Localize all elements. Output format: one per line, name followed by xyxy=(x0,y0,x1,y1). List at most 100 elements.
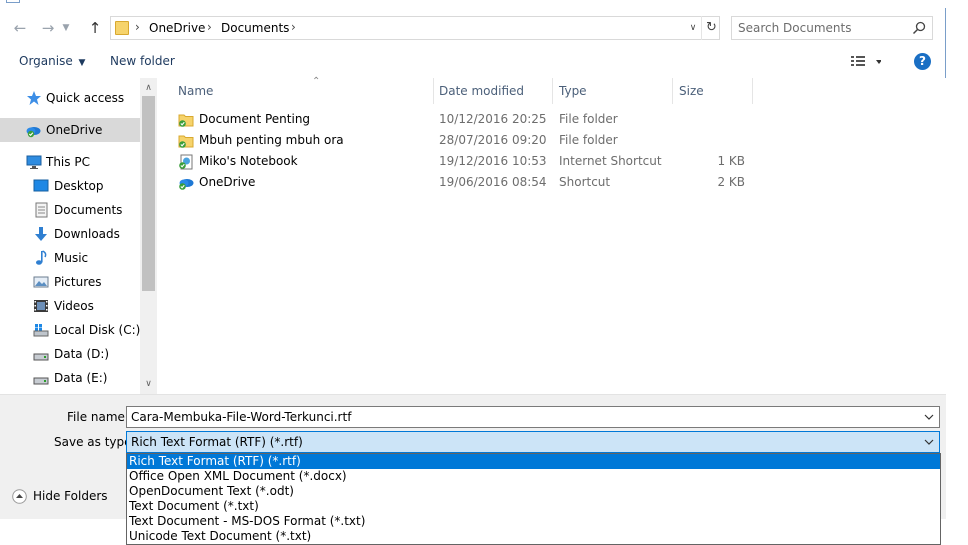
savetype-select[interactable]: Rich Text Format (RTF) (*.rtf) xyxy=(126,431,940,453)
onedrive-shortcut-icon xyxy=(179,179,194,190)
nav-item-videos[interactable]: Videos xyxy=(0,294,140,318)
dropdown-option-odt[interactable]: OpenDocument Text (*.odt) xyxy=(127,484,940,499)
table-row[interactable]: Document Penting 10/12/2016 20:25 File f… xyxy=(174,109,754,130)
hide-folders-button[interactable]: Hide Folders xyxy=(12,488,112,506)
music-icon xyxy=(36,250,47,265)
dropdown-option-docx[interactable]: Office Open XML Document (*.docx) xyxy=(127,469,940,484)
address-bar[interactable]: › OneDrive › Documents › ∨ xyxy=(110,16,720,40)
file-date: 19/06/2016 08:54 xyxy=(439,175,547,189)
nav-label: Quick access xyxy=(46,91,125,105)
up-button[interactable]: ↑ xyxy=(84,17,106,39)
drive-icon xyxy=(33,353,49,361)
scroll-thumb[interactable] xyxy=(142,96,155,291)
chevron-down-icon[interactable] xyxy=(923,435,935,449)
title-bar-edge xyxy=(0,0,946,8)
nav-label: Data (E:) xyxy=(54,371,108,385)
column-label: Type xyxy=(559,84,587,98)
file-size: 1 KB xyxy=(717,154,745,168)
nav-item-documents[interactable]: Documents xyxy=(0,198,140,222)
search-icon[interactable] xyxy=(912,21,926,35)
refresh-icon: ↻ xyxy=(706,20,717,35)
file-name: OneDrive xyxy=(199,175,256,189)
sort-ascending-icon: ⌃ xyxy=(312,76,321,87)
nav-item-local-disk-c[interactable]: Local Disk (C:) xyxy=(0,318,140,342)
chevron-down-icon: ▼ xyxy=(62,23,70,33)
nav-label: Downloads xyxy=(54,227,120,241)
chevron-right-icon: › xyxy=(207,20,212,34)
filename-combobox[interactable] xyxy=(126,406,940,428)
file-type: File folder xyxy=(559,112,618,126)
file-list: Name ⌃ Date modified Type Size Document … xyxy=(158,76,946,394)
nav-item-pictures[interactable]: Pictures xyxy=(0,270,140,294)
view-options-icon[interactable] xyxy=(851,55,881,69)
file-date: 19/12/2016 10:53 xyxy=(439,154,547,168)
forward-button[interactable]: → xyxy=(37,17,59,39)
back-button[interactable]: ← xyxy=(9,17,31,39)
column-header-date[interactable]: Date modified xyxy=(433,78,553,104)
onedrive-icon xyxy=(26,127,41,138)
star-icon xyxy=(27,91,41,105)
refresh-button[interactable]: ↻ xyxy=(701,16,721,40)
nav-item-data-e[interactable]: Data (E:) xyxy=(0,366,140,390)
collapse-up-icon xyxy=(12,489,27,504)
dropdown-option-txt[interactable]: Text Document (*.txt) xyxy=(127,499,940,514)
dropdown-option-rtf[interactable]: Rich Text Format (RTF) (*.rtf) xyxy=(127,454,940,469)
savetype-value: Rich Text Format (RTF) (*.rtf) xyxy=(131,435,303,449)
file-name: Mbuh penting mbuh ora xyxy=(199,133,344,147)
breadcrumb-onedrive[interactable]: OneDrive xyxy=(149,21,205,35)
synced-folder-icon xyxy=(178,114,194,127)
search-box[interactable] xyxy=(731,16,933,40)
nav-label: Documents xyxy=(54,203,123,217)
table-row[interactable]: Mbuh penting mbuh ora 28/07/2016 09:20 F… xyxy=(174,130,754,151)
nav-item-onedrive[interactable]: OneDrive xyxy=(0,118,140,142)
search-input[interactable] xyxy=(738,20,908,36)
chevron-right-icon: › xyxy=(135,20,140,34)
chevron-right-icon[interactable]: › xyxy=(291,20,296,34)
file-size: 2 KB xyxy=(717,175,745,189)
nav-scrollbar[interactable]: ∧ ∨ xyxy=(140,78,157,394)
windows-drive-icon xyxy=(33,324,49,337)
column-header-size[interactable]: Size xyxy=(673,78,753,104)
nav-item-music[interactable]: Music xyxy=(0,246,140,270)
chevron-down-icon: ∨ xyxy=(689,23,697,33)
download-icon xyxy=(35,227,47,241)
desktop-icon xyxy=(33,179,49,192)
internet-shortcut-icon xyxy=(179,154,193,170)
table-row[interactable]: Miko's Notebook 19/12/2016 10:53 Interne… xyxy=(174,151,754,172)
pictures-icon xyxy=(33,276,49,288)
help-icon[interactable]: ? xyxy=(914,53,931,70)
breadcrumb-documents[interactable]: Documents xyxy=(221,21,289,35)
column-header-type[interactable]: Type xyxy=(553,78,673,104)
file-date: 10/12/2016 20:25 xyxy=(439,112,547,126)
organise-button[interactable]: Organise ▼ xyxy=(19,54,85,68)
nav-item-downloads[interactable]: Downloads xyxy=(0,222,140,246)
folder-icon xyxy=(115,21,129,35)
filename-label: File name: xyxy=(67,410,129,424)
nav-item-quick-access[interactable]: Quick access xyxy=(0,86,140,110)
chevron-down-icon[interactable] xyxy=(923,410,935,424)
column-header-name[interactable]: Name ⌃ xyxy=(172,76,434,104)
nav-item-desktop[interactable]: Desktop xyxy=(0,174,140,198)
arrow-right-icon: → xyxy=(41,19,55,37)
command-bar: Organise ▼ New folder ? xyxy=(0,48,946,76)
file-type: Shortcut xyxy=(559,175,611,189)
dropdown-option-unicode-txt[interactable]: Unicode Text Document (*.txt) xyxy=(127,529,940,544)
dropdown-option-msdos-txt[interactable]: Text Document - MS-DOS Format (*.txt) xyxy=(127,514,940,529)
nav-label: Pictures xyxy=(54,275,102,289)
new-folder-button[interactable]: New folder xyxy=(110,54,175,68)
address-dropdown-button[interactable]: ∨ xyxy=(685,17,701,39)
computer-icon xyxy=(26,155,42,169)
scroll-down-icon[interactable]: ∨ xyxy=(140,376,157,392)
recent-locations-button[interactable]: ▼ xyxy=(60,17,72,39)
nav-item-this-pc[interactable]: This PC xyxy=(0,150,140,174)
organise-label: Organise xyxy=(19,54,73,68)
savetype-dropdown-list: Rich Text Format (RTF) (*.rtf) Office Op… xyxy=(126,453,941,545)
scroll-up-icon[interactable]: ∧ xyxy=(140,80,157,96)
nav-label: Local Disk (C:) xyxy=(54,323,141,337)
arrow-up-icon: ↑ xyxy=(88,19,102,37)
table-row[interactable]: OneDrive 19/06/2016 08:54 Shortcut 2 KB xyxy=(174,172,754,193)
filename-input[interactable] xyxy=(131,409,911,425)
arrow-left-icon: ← xyxy=(13,19,27,37)
nav-item-data-d[interactable]: Data (D:) xyxy=(0,342,140,366)
nav-label: Music xyxy=(54,251,89,265)
